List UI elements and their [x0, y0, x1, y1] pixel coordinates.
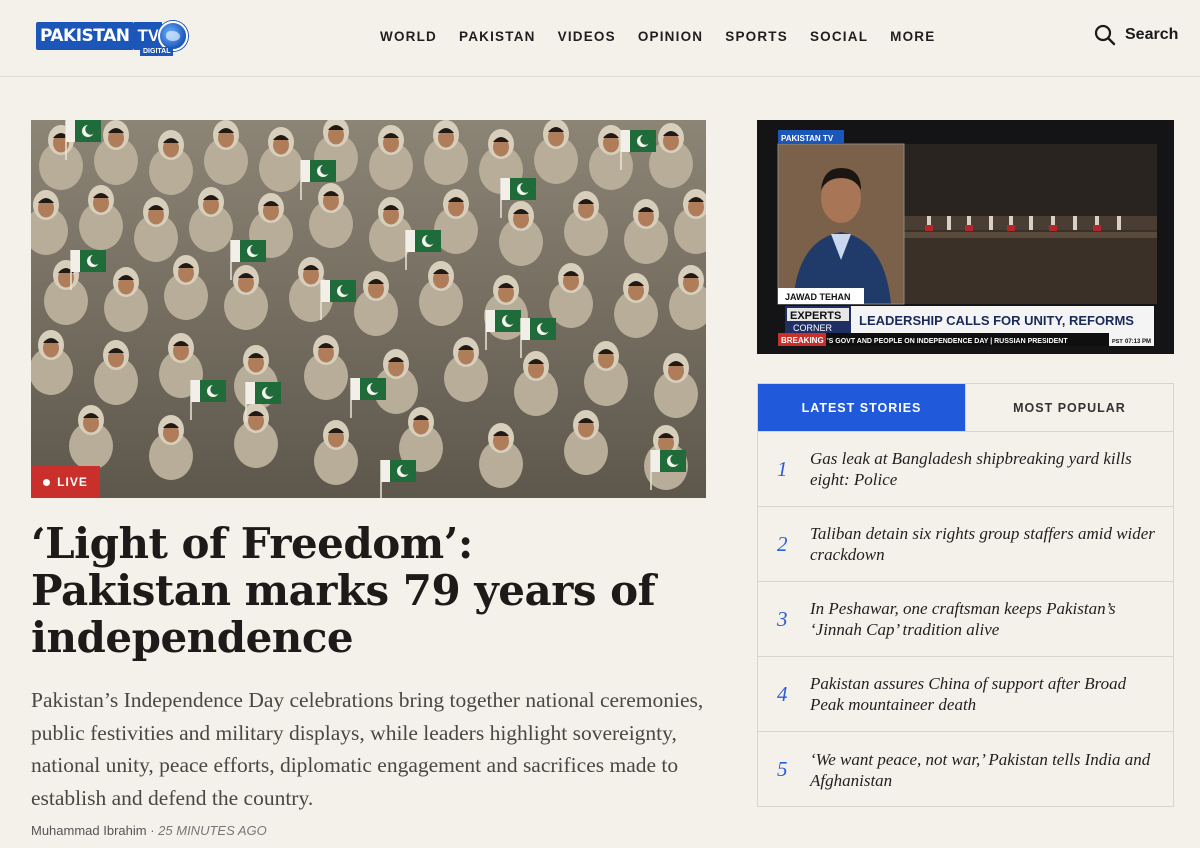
stories-tabs: LATEST STORIES MOST POPULAR: [758, 384, 1173, 432]
nav-world[interactable]: WORLD: [380, 27, 437, 47]
video-ticker-text: 'S GOVT AND PEOPLE ON INDEPENDENCE DAY |…: [827, 338, 1068, 345]
logo-wordmark: PAKISTAN: [36, 22, 135, 50]
site-logo[interactable]: PAKISTAN TV DIGITAL: [36, 17, 206, 56]
video-show-bottom: CORNER: [793, 323, 833, 333]
video-time-zone: PST: [1112, 339, 1123, 345]
hero-image[interactable]: [31, 120, 706, 498]
nav-pakistan[interactable]: PAKISTAN: [459, 27, 536, 47]
story-number: 1: [777, 456, 788, 481]
story-title[interactable]: In Peshawar, one craftsman keeps Pakista…: [810, 598, 1160, 640]
nav-more[interactable]: MORE: [890, 27, 935, 47]
main-nav: WORLD PAKISTAN VIDEOS OPINION SPORTS SOC…: [380, 27, 957, 47]
hero-headline[interactable]: ‘Light of Freedom’: Pakistan marks 79 ye…: [31, 520, 671, 661]
logo-subtitle: DIGITAL: [140, 47, 174, 56]
video-ticker-headline: LEADERSHIP CALLS FOR UNITY, REFORMS: [859, 313, 1134, 328]
nav-sports[interactable]: SPORTS: [725, 27, 788, 47]
list-item[interactable]: 1 Gas leak at Bangladesh shipbreaking ya…: [758, 432, 1173, 507]
video-speaker-name: JAWAD TEHAN: [785, 292, 851, 302]
site-header: PAKISTAN TV DIGITAL WORLD PAKISTAN VIDEO…: [0, 0, 1200, 77]
live-video-player[interactable]: PAKISTAN TV JAWAD TEHAN EXPERTS CORNER L…: [757, 120, 1174, 354]
list-item[interactable]: 5 ‘We want peace, not war,’ Pakistan tel…: [758, 732, 1173, 807]
list-item[interactable]: 2 Taliban detain six rights group staffe…: [758, 507, 1173, 582]
story-number: 3: [777, 606, 788, 631]
byline-time: 25 MINUTES AGO: [158, 823, 267, 838]
hero-summary: Pakistan’s Independence Day celebrations…: [31, 688, 704, 810]
byline-author[interactable]: Muhammad Ibrahim: [31, 823, 147, 838]
story-title[interactable]: ‘We want peace, not war,’ Pakistan tells…: [810, 749, 1160, 791]
live-badge: LIVE: [31, 466, 100, 498]
search-label: Search: [1125, 26, 1179, 43]
tab-most-popular[interactable]: MOST POPULAR: [965, 384, 1173, 431]
live-dot-icon: [43, 478, 51, 486]
byline-separator: ·: [146, 823, 159, 838]
search-icon: [1094, 24, 1116, 46]
video-time: 07:13 PM: [1125, 339, 1151, 345]
list-item[interactable]: 3 In Peshawar, one craftsman keeps Pakis…: [758, 582, 1173, 657]
live-label: LIVE: [57, 475, 88, 489]
story-title[interactable]: Taliban detain six rights group staffers…: [810, 523, 1160, 565]
stories-panel: LATEST STORIES MOST POPULAR 1 Gas leak a…: [757, 383, 1174, 807]
nav-videos[interactable]: VIDEOS: [558, 27, 616, 47]
list-item[interactable]: 4 Pakistan assures China of support afte…: [758, 657, 1173, 732]
story-number: 2: [777, 531, 788, 556]
tab-latest-stories[interactable]: LATEST STORIES: [758, 384, 965, 431]
byline: Muhammad Ibrahim · 25 MINUTES AGO: [31, 823, 267, 838]
nav-opinion[interactable]: OPINION: [638, 27, 703, 47]
search-button[interactable]: Search: [1094, 24, 1178, 46]
video-show-top: EXPERTS: [790, 310, 841, 322]
story-title[interactable]: Gas leak at Bangladesh shipbreaking yard…: [810, 448, 1160, 490]
story-title[interactable]: Pakistan assures China of support after …: [810, 673, 1160, 715]
nav-social[interactable]: SOCIAL: [810, 27, 868, 47]
story-number: 5: [777, 757, 788, 781]
video-breaking-label: BREAKING: [781, 336, 824, 345]
video-channel-logo: PAKISTAN TV: [781, 134, 834, 143]
story-number: 4: [777, 681, 788, 706]
